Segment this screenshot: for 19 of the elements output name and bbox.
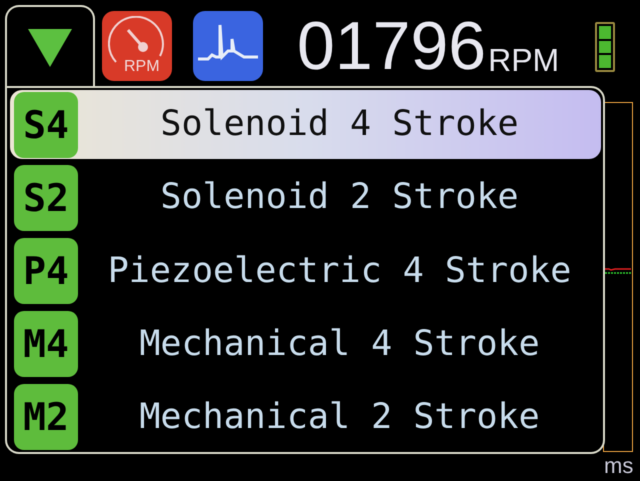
- gauge-label: RPM: [124, 59, 160, 75]
- type-code-badge: M2: [14, 384, 78, 450]
- waveform-button[interactable]: [193, 11, 263, 81]
- rpm-value: 01796: [297, 12, 486, 80]
- time-unit: ms: [604, 455, 634, 477]
- battery-icon: [595, 22, 616, 72]
- type-code-badge: S2: [14, 164, 78, 231]
- menu-item-label: Solenoid 2 Stroke: [159, 180, 520, 216]
- menu-item-label: Mechanical 4 Stroke: [138, 326, 541, 362]
- menu-item-label: Mechanical 2 Stroke: [138, 400, 541, 435]
- menu-item[interactable]: S4 Solenoid 4 Stroke: [10, 90, 601, 160]
- menu-item-label: Piezoelectric 4 Stroke: [106, 254, 572, 288]
- type-code-badge: M4: [14, 311, 78, 378]
- signal-trace: [605, 268, 631, 274]
- type-code-badge: P4: [14, 238, 78, 304]
- rpm-unit: RPM: [488, 44, 560, 76]
- menu-item-label: Solenoid 4 Stroke: [159, 107, 520, 142]
- type-code-badge: S4: [14, 92, 78, 158]
- dropdown-triangle-icon: [28, 28, 72, 66]
